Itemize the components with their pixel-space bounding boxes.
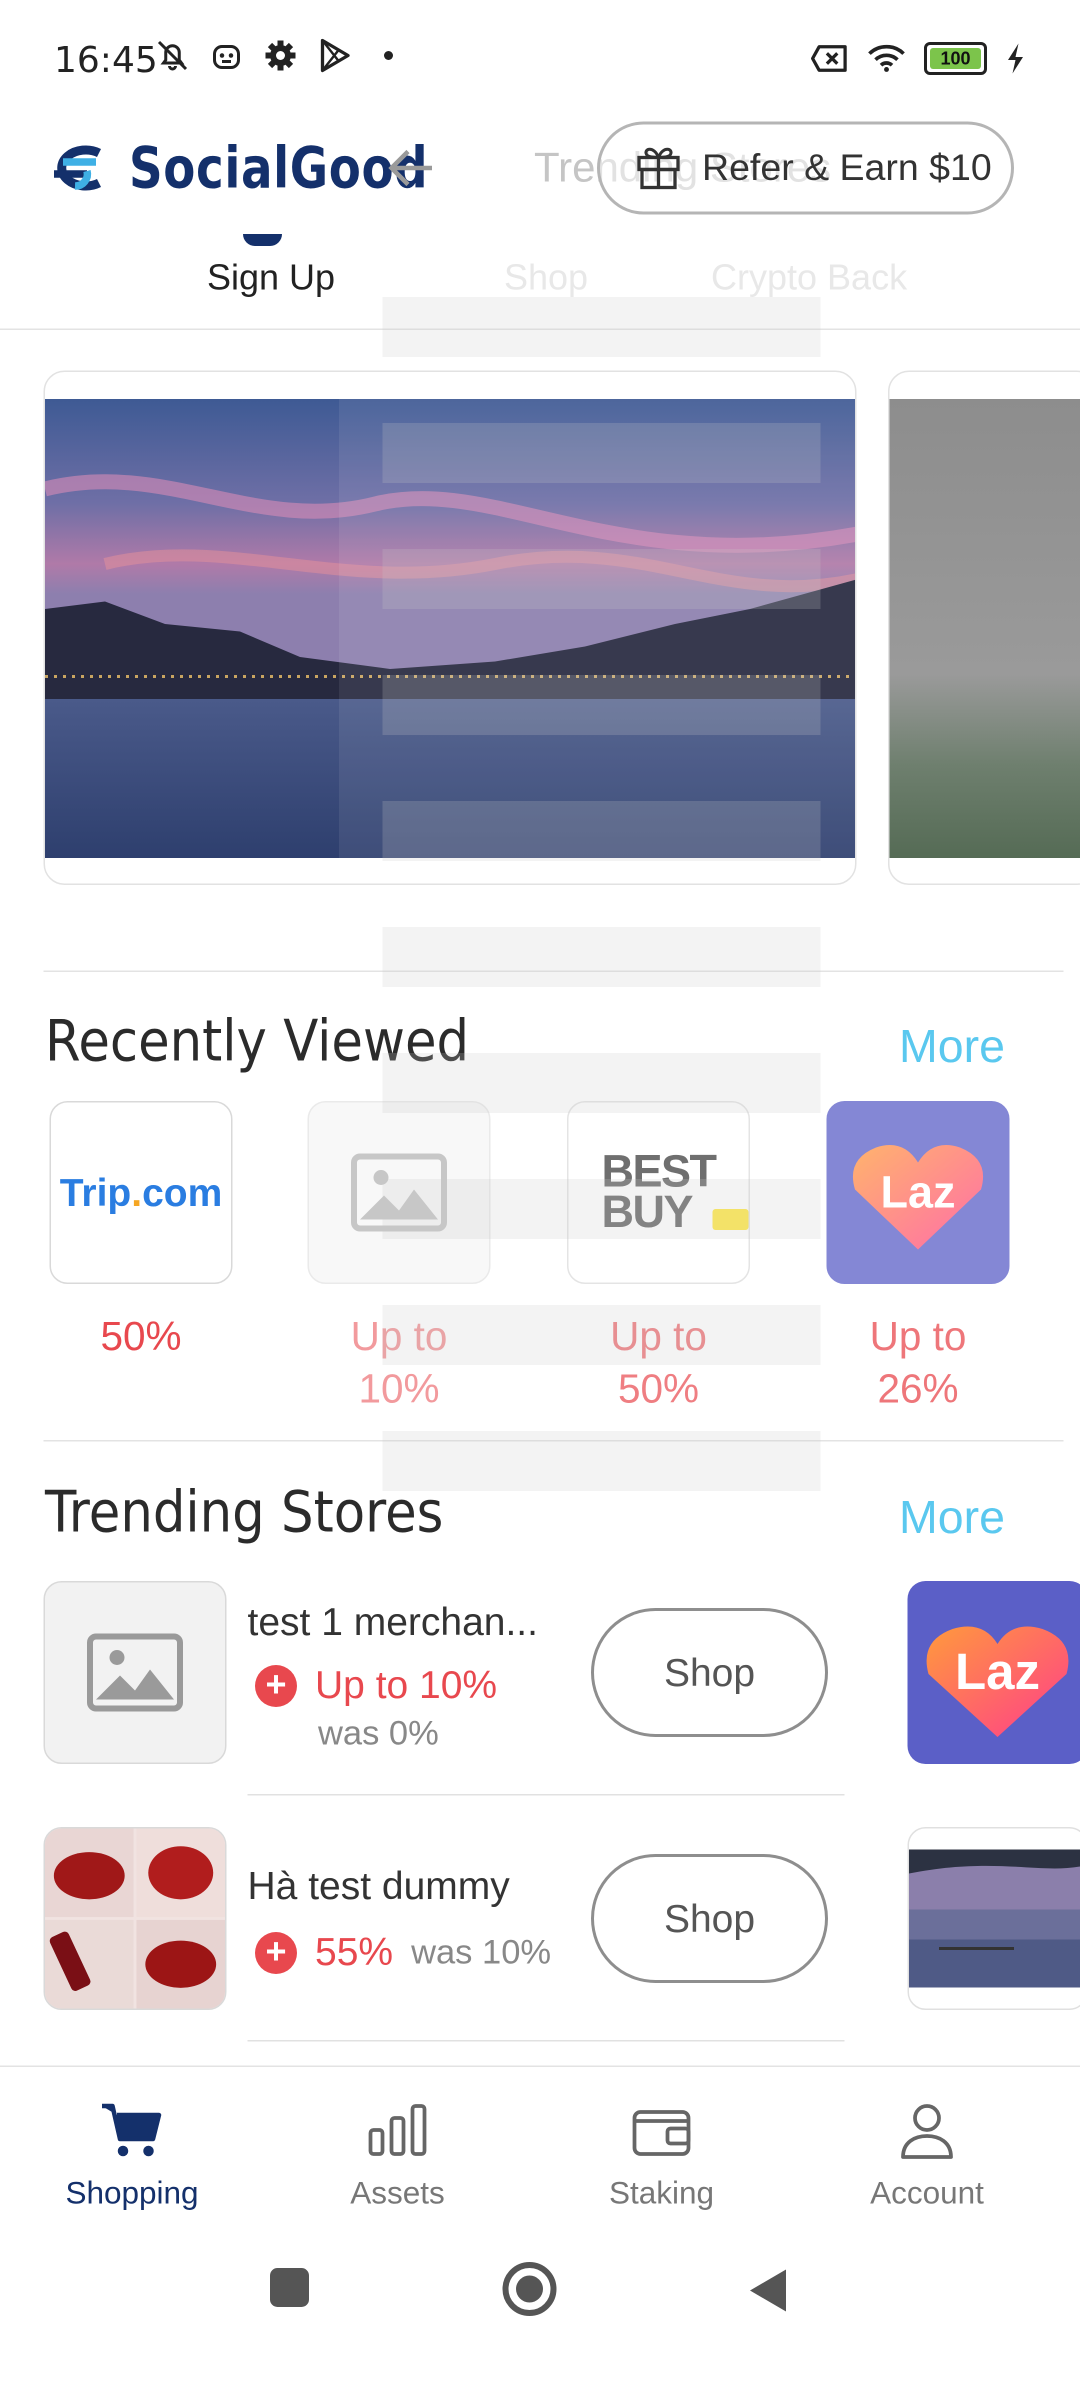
store-logo: Trip.com [49, 1101, 233, 1284]
transition-overlay [382, 675, 821, 735]
bar-chart-icon [368, 2104, 427, 2156]
back-arrow-icon[interactable] [384, 141, 438, 195]
nav-assets[interactable]: Assets [285, 2100, 510, 2213]
nav-label: Account [870, 2176, 984, 2212]
recent-store-bestbuy[interactable]: BEST BUY Up to 50% [567, 1101, 750, 1416]
store-thumbnail[interactable] [43, 1827, 227, 2010]
promo-banner-2[interactable] [888, 370, 1080, 885]
store-offer: + 55% was 10% [255, 1929, 551, 1976]
offer-rate: Up to 10% [315, 1662, 498, 1707]
transition-overlay [382, 423, 821, 483]
wallet-icon [632, 2110, 691, 2156]
transition-overlay [382, 297, 821, 357]
battery-icon: 100 [924, 42, 987, 75]
row-separator [247, 2040, 845, 2042]
lazada-logo: Laz [852, 1145, 984, 1250]
lazada-logo: Laz [926, 1626, 1069, 1737]
transition-overlay [382, 927, 821, 987]
status-bar: 16:45 100 [0, 0, 1080, 117]
tab-shop[interactable]: Shop [504, 258, 588, 300]
cashback-percent: 50% [100, 1314, 182, 1359]
recently-viewed-more-link[interactable]: More [899, 1020, 1005, 1074]
row-separator [247, 1794, 845, 1796]
recent-store-placeholder[interactable]: Up to 10% [307, 1101, 491, 1416]
transition-overlay [382, 1179, 821, 1239]
cashback-percent: Up to 26% [869, 1314, 967, 1412]
gift-icon [633, 139, 684, 198]
previous-rate: was 0% [318, 1713, 439, 1752]
store-thumbnail-lazada[interactable]: Laz [907, 1581, 1080, 1764]
shop-button[interactable]: Shop [591, 1608, 828, 1737]
store-thumbnail-lake[interactable] [907, 1827, 1080, 2010]
nav-shopping[interactable]: Shopping [20, 2100, 245, 2213]
store-thumbnail[interactable] [43, 1581, 227, 1764]
home-button-icon[interactable] [501, 2261, 558, 2326]
play-store-icon [315, 36, 354, 75]
nav-label: Staking [608, 2176, 715, 2212]
store-name: test 1 merchan... [247, 1599, 538, 1644]
offer-rate: 55% [315, 1929, 394, 1974]
nav-account[interactable]: Account [815, 2100, 1040, 2213]
tripcom-logo: Trip.com [59, 1169, 223, 1215]
wifi-icon [867, 39, 906, 78]
shop-button[interactable]: Shop [591, 1854, 828, 1983]
transition-overlay [382, 1053, 821, 1113]
svg-text:Laz: Laz [955, 1643, 1040, 1700]
trending-stores-more-link[interactable]: More [899, 1491, 1005, 1545]
nav-label: Assets [350, 2176, 445, 2212]
back-button-icon[interactable] [747, 2267, 789, 2323]
nav-staking[interactable]: Staking [549, 2100, 774, 2213]
refer-earn-button[interactable]: Refer & Earn $10 [597, 121, 1014, 215]
lipstick-product-image [45, 1828, 225, 2009]
socialgood-mark-icon [54, 145, 101, 191]
plus-icon: + [255, 1664, 297, 1707]
store-name: Hà test dummy [247, 1863, 510, 1908]
recents-button-icon[interactable] [269, 2267, 311, 2317]
cart-icon [102, 2103, 162, 2157]
image-placeholder-icon [87, 1633, 183, 1712]
app-header: SocialGood Trending Stores Refer & Earn … [0, 117, 1080, 222]
bell-off-icon [153, 36, 192, 75]
tab-sign-up[interactable]: Sign Up [207, 258, 335, 300]
plus-icon: + [255, 1931, 297, 1974]
robot-icon [207, 36, 246, 75]
banner-racket-image [889, 399, 1080, 858]
nav-label: Shopping [65, 2176, 199, 2212]
transition-overlay [382, 801, 821, 861]
transition-overlay [382, 1431, 821, 1491]
store-offer: + Up to 10% [255, 1662, 497, 1709]
svg-text:Laz: Laz [880, 1167, 955, 1218]
sim-off-icon [810, 39, 849, 78]
recent-store-lazada[interactable]: Laz Up to 26% [826, 1101, 1010, 1416]
bottom-navigation: Shopping Assets Staking Account [0, 2065, 1080, 2231]
transition-overlay [382, 549, 821, 609]
clock: 16:45 [54, 39, 158, 81]
person-icon [901, 2104, 953, 2159]
charging-bolt-icon [1005, 39, 1026, 78]
tab-crypto-back[interactable]: Crypto Back [711, 258, 907, 300]
active-tab-indicator [243, 234, 282, 246]
previous-rate: was 10% [411, 1932, 552, 1971]
recent-store-tripcom[interactable]: Trip.com 50% [49, 1101, 233, 1364]
dot-icon [369, 36, 408, 75]
system-navigation-bar [0, 2230, 1080, 2400]
lake-image [909, 1849, 1080, 1988]
refer-earn-label: Refer & Earn $10 [702, 146, 992, 189]
gear-icon [261, 36, 300, 75]
transition-overlay [382, 1305, 821, 1365]
store-logo: Laz [826, 1101, 1010, 1284]
